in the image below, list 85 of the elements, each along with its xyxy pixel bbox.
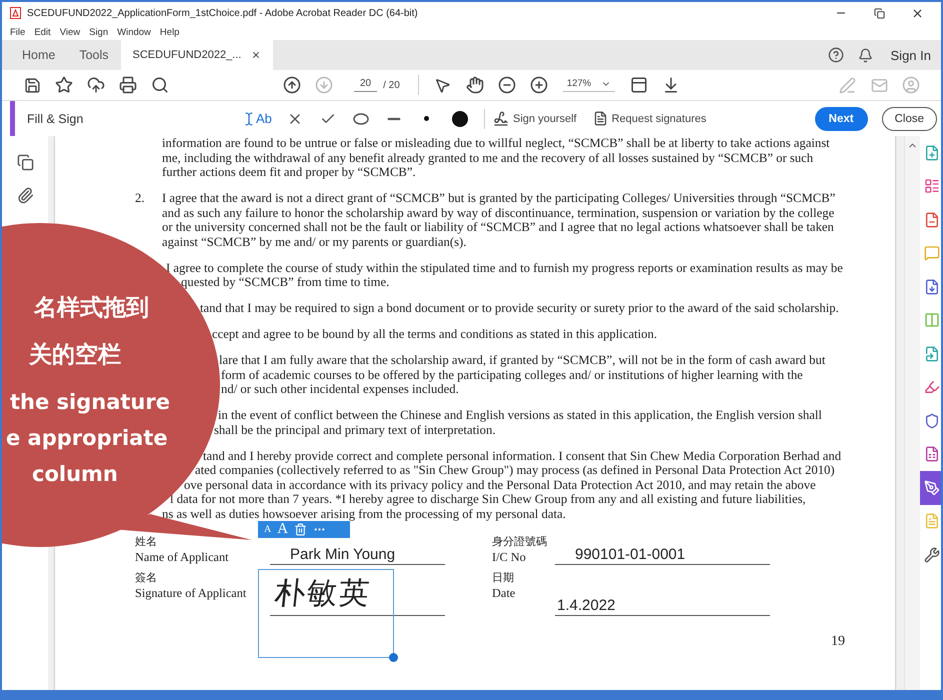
pen-icon[interactable] [924,480,940,496]
list-number: 2. [135,191,146,207]
next-button[interactable]: Next [814,106,868,130]
page-field[interactable]: 20 [354,78,378,92]
form-field[interactable]: Park Min Young [270,540,445,565]
help-icon[interactable] [828,47,844,63]
sign-yourself-button[interactable]: Sign yourself [493,110,577,126]
menu-item[interactable]: Help [160,26,180,38]
label-english: I/C No [492,550,526,565]
text-line: ove personal data in accordance with its privacy policy and the Personal Data Protection Act 2010, and may retain the above [184,478,816,492]
tab[interactable]: Tools [67,40,121,70]
callout-text: column [32,462,118,486]
selected-tool[interactable] [920,471,941,504]
callout-text: e appropriate [6,426,168,450]
field-value: Park Min Young [290,546,396,563]
text-line: ccept and agree to be bound by all the terms and conditions as stated in this application. [212,327,657,341]
label-english: Signature of Applicant [135,586,246,601]
bell-icon[interactable] [858,48,873,62]
text-line: information are found to be untrue or false or misleading due to willful neglect, “SCMCB” shall be at liberty to take actions against [162,136,830,150]
text-line: ated companies (collectively referred to as "Sin Chew Group") may process (as defined in Personal Data Protection Act 2010) [195,463,835,477]
tab[interactable]: Home [10,40,68,70]
label-english: Date [492,586,516,601]
shield-icon[interactable] [924,412,940,429]
handwritten-signature: 朴敏英 [272,575,374,613]
spreadsheet-icon[interactable] [924,446,940,462]
field-value: 1.4.2022 [557,597,616,614]
text-line: or the university concerned shall not be the fault or liability of “SCMCB” and I agree that no legal actions whatsoever shall be taken [162,220,834,234]
close-icon[interactable] [251,50,262,60]
field-value: 990101-01-0001 [575,546,686,563]
label-chinese: 日期 [492,571,514,586]
label-chinese: 身分證號碼 [492,535,547,550]
text-line: against “SCMCB” by me and/ or my parents or guardian(s). [162,234,466,248]
label-english: Name of Applicant [135,550,229,565]
text-line: quested by “SCMCB” from time to time. [181,275,390,289]
text-line: form of academic courses to be offered by the participating colleges and/ or institutions of higher learning with the [221,368,803,382]
callout-text: 关的空栏 [29,341,121,370]
delete-icon[interactable] [294,523,308,536]
file-minus-icon[interactable] [924,212,940,228]
text-line: shall be the principal and primary text of interpretation. [214,422,496,436]
text-line: and as such any failure to honor the scholarship award by way of discontinuance, termination, suspension or variation by the college [162,206,834,220]
page-total: / 20 [383,80,400,90]
window-title: SCEDUFUND2022_ApplicationForm_1stChoice.pdf - Adobe Acrobat Reader DC (64-bit) [27,8,419,18]
callout-text: 名样式拖到 [34,294,149,323]
text-tool[interactable]: Ab [242,111,278,126]
sign-in-link[interactable]: Sign In [890,48,931,62]
pdf-icon [10,7,21,19]
text-line: ns as well as duties howsoever arising from the processing of my personal data. [162,506,566,520]
smaller-text-button[interactable]: A [264,524,272,535]
file-plus-icon[interactable] [924,144,940,161]
paperclip-icon[interactable] [16,187,34,204]
text-line: in the event of conflict between the Chinese and English versions as stated in this application, the English version shall [218,408,822,422]
text-line: me, including the withdrawal of any benefit already granted to me and the recovery of all losses sustained by “SCMCB” or such [162,150,814,164]
panel-title: Fill & Sign [27,112,84,126]
text-line: nd/ or such other incidental expenses included. [221,382,459,396]
page-number: 19 [831,634,845,649]
form-icon[interactable] [924,178,940,194]
menu-item[interactable]: Sign [89,26,108,38]
file-down-icon[interactable] [924,278,940,295]
menu-item[interactable]: File [10,26,26,38]
form-field[interactable]: 1.4.2022 [555,571,770,616]
label-chinese: 簽名 [135,571,157,586]
tab[interactable]: SCEDUFUND2022_... [120,40,274,70]
text-line: further actions deem fit and proper by “SCMCB”. [162,165,416,179]
menu-item[interactable]: Window [117,26,151,38]
larger-text-button[interactable]: A [277,521,288,538]
resize-handle[interactable] [389,653,398,662]
signature-icon [493,110,509,126]
file-arrow-icon[interactable] [924,346,940,362]
menu-item[interactable]: View [60,26,80,38]
request-signatures-button[interactable]: Request signatures [592,111,706,126]
text-line: lare that I am fully aware that the scholarship award, if granted by “SCMCB”, will not be in the form of cash award but [219,353,826,367]
text-line: tand and I hereby provide correct and complete personal information. I consent that Sin Chew Media Corporation Berhad and [203,448,842,462]
zoom-dropdown[interactable]: 127% [562,78,616,92]
text-line: tand that I may be required to sign a bond document or to provide security or surety prior to the award of the said scholarship. [200,301,839,315]
signature-field[interactable]: 朴敏英 [270,571,445,616]
form-field[interactable]: 990101-01-0001 [555,540,770,565]
text-line: I agree that the award is not a direct grant of “SCMCB” but is granted by the participating Colleges/ Universities through “SCMCB” [162,191,836,205]
menu-item[interactable]: Edit [34,26,51,38]
label-chinese: 姓名 [135,535,157,550]
callout-text: the signature [10,390,170,414]
close-button[interactable]: Close [882,106,937,130]
document-icon [592,111,608,126]
wrench-icon[interactable] [924,546,940,563]
pages-icon[interactable] [16,154,34,171]
highlighter-icon[interactable] [924,379,940,396]
